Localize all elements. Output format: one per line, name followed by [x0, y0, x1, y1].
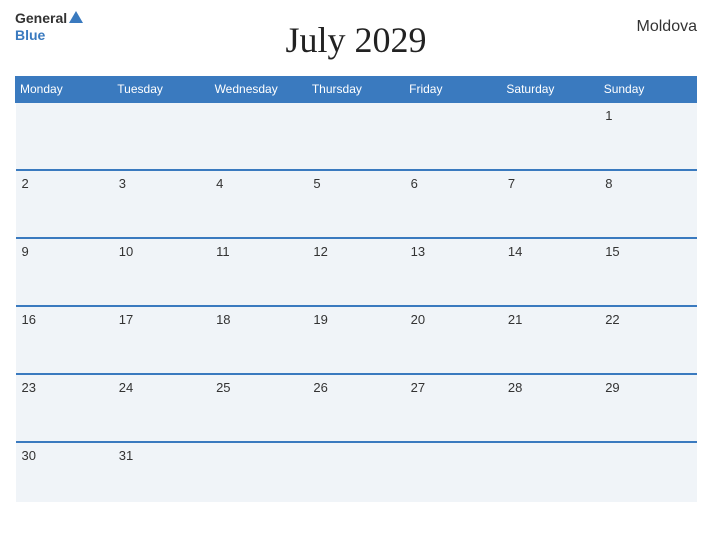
calendar-day-cell: 22	[599, 306, 696, 374]
calendar-day-cell: 29	[599, 374, 696, 442]
day-number: 13	[411, 244, 425, 259]
calendar-day-cell: 4	[210, 170, 307, 238]
day-number: 15	[605, 244, 619, 259]
calendar-day-cell: 8	[599, 170, 696, 238]
day-number: 2	[22, 176, 29, 191]
calendar-day-cell: 3	[113, 170, 210, 238]
calendar-day-cell	[502, 102, 599, 170]
day-number: 25	[216, 380, 230, 395]
day-number: 18	[216, 312, 230, 327]
calendar-day-cell: 24	[113, 374, 210, 442]
header-thursday: Thursday	[307, 77, 404, 103]
calendar-day-cell: 21	[502, 306, 599, 374]
calendar-day-cell	[210, 442, 307, 502]
calendar-day-cell: 9	[16, 238, 113, 306]
day-number: 11	[216, 244, 230, 259]
calendar-week-row: 1	[16, 102, 697, 170]
calendar-week-row: 9 10 11 12 13 14 15	[16, 238, 697, 306]
header-tuesday: Tuesday	[113, 77, 210, 103]
calendar-day-cell	[405, 442, 502, 502]
weekday-header-row: Monday Tuesday Wednesday Thursday Friday…	[16, 77, 697, 103]
header-sunday: Sunday	[599, 77, 696, 103]
calendar-day-cell: 27	[405, 374, 502, 442]
calendar-week-row: 2 3 4 5 6 7 8	[16, 170, 697, 238]
day-number: 12	[313, 244, 327, 259]
day-number: 19	[313, 312, 327, 327]
day-number: 30	[22, 448, 36, 463]
header-saturday: Saturday	[502, 77, 599, 103]
calendar-day-cell	[405, 102, 502, 170]
calendar-day-cell: 5	[307, 170, 404, 238]
day-number: 20	[411, 312, 425, 327]
logo-general-text: General	[15, 10, 83, 27]
calendar-day-cell	[113, 102, 210, 170]
calendar-day-cell: 18	[210, 306, 307, 374]
calendar-day-cell: 11	[210, 238, 307, 306]
day-number: 24	[119, 380, 133, 395]
calendar-day-cell	[16, 102, 113, 170]
day-number: 16	[22, 312, 36, 327]
day-number: 21	[508, 312, 522, 327]
day-number: 9	[22, 244, 29, 259]
calendar-day-cell: 10	[113, 238, 210, 306]
logo-triangle-icon	[69, 11, 83, 23]
calendar-day-cell: 19	[307, 306, 404, 374]
day-number: 17	[119, 312, 133, 327]
calendar-day-cell	[307, 442, 404, 502]
calendar-day-cell: 14	[502, 238, 599, 306]
calendar-day-cell: 7	[502, 170, 599, 238]
calendar-day-cell: 31	[113, 442, 210, 502]
header-monday: Monday	[16, 77, 113, 103]
day-number: 28	[508, 380, 522, 395]
day-number: 10	[119, 244, 133, 259]
day-number: 5	[313, 176, 320, 191]
day-number: 31	[119, 448, 133, 463]
day-number: 23	[22, 380, 36, 395]
calendar-day-cell: 12	[307, 238, 404, 306]
calendar-day-cell: 13	[405, 238, 502, 306]
calendar-day-cell	[307, 102, 404, 170]
calendar-week-row: 23 24 25 26 27 28 29	[16, 374, 697, 442]
calendar-day-cell: 6	[405, 170, 502, 238]
calendar-table: Monday Tuesday Wednesday Thursday Friday…	[15, 76, 697, 502]
day-number: 7	[508, 176, 515, 191]
day-number: 27	[411, 380, 425, 395]
day-number: 22	[605, 312, 619, 327]
calendar-week-row: 16 17 18 19 20 21 22	[16, 306, 697, 374]
calendar-day-cell: 23	[16, 374, 113, 442]
calendar-day-cell: 25	[210, 374, 307, 442]
header-friday: Friday	[405, 77, 502, 103]
calendar-day-cell	[599, 442, 696, 502]
country-label: Moldova	[637, 18, 697, 36]
calendar-week-row: 30 31	[16, 442, 697, 502]
day-number: 29	[605, 380, 619, 395]
day-number: 8	[605, 176, 612, 191]
calendar-day-cell: 20	[405, 306, 502, 374]
calendar-day-cell: 2	[16, 170, 113, 238]
calendar-day-cell: 17	[113, 306, 210, 374]
calendar-header: General Blue July 2029 Moldova	[15, 10, 697, 70]
calendar-day-cell	[502, 442, 599, 502]
day-number: 26	[313, 380, 327, 395]
logo-blue-text: Blue	[15, 27, 45, 44]
calendar-day-cell: 26	[307, 374, 404, 442]
calendar-container: General Blue July 2029 Moldova Monday Tu…	[0, 0, 712, 550]
day-number: 1	[605, 108, 612, 123]
logo: General Blue	[15, 10, 83, 44]
day-number: 6	[411, 176, 418, 191]
header-wednesday: Wednesday	[210, 77, 307, 103]
calendar-day-cell: 16	[16, 306, 113, 374]
calendar-day-cell: 15	[599, 238, 696, 306]
calendar-day-cell: 30	[16, 442, 113, 502]
day-number: 14	[508, 244, 522, 259]
calendar-day-cell: 28	[502, 374, 599, 442]
calendar-day-cell	[210, 102, 307, 170]
calendar-day-cell: 1	[599, 102, 696, 170]
day-number: 3	[119, 176, 126, 191]
day-number: 4	[216, 176, 223, 191]
calendar-title: July 2029	[285, 19, 426, 61]
